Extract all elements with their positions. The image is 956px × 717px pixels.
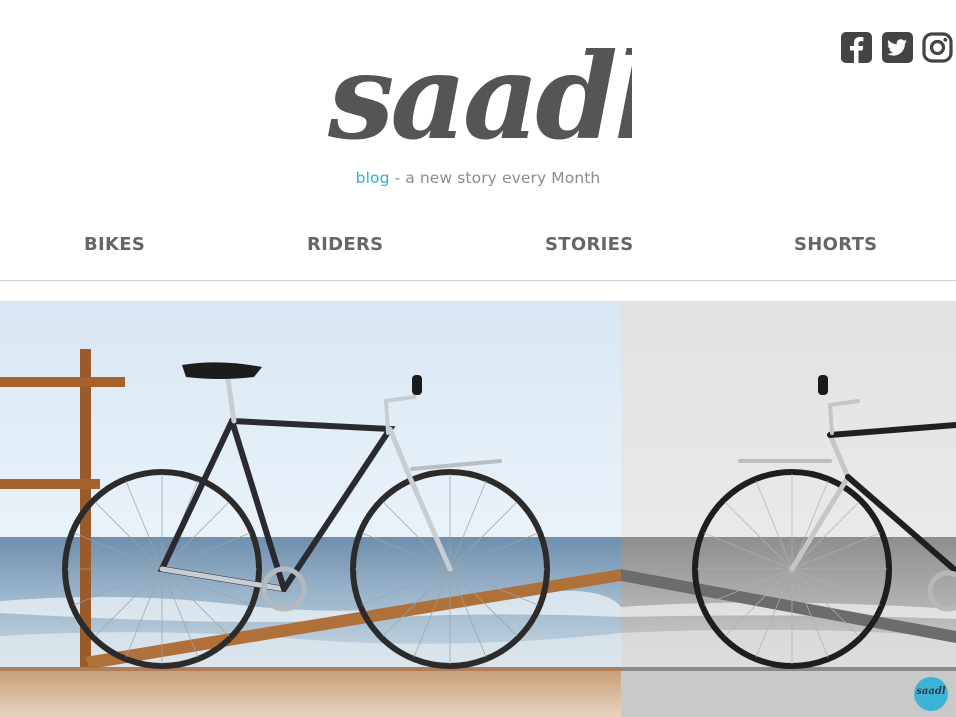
chat-badge-button[interactable]: saadl [914, 677, 948, 711]
nav-item-riders[interactable]: RIDERS [307, 234, 383, 255]
nav-item-shorts[interactable]: SHORTS [794, 234, 877, 255]
logo-text: saadl [327, 27, 632, 154]
nav-divider [0, 280, 956, 281]
nav-item-stories[interactable]: STORIES [545, 234, 633, 255]
twitter-icon[interactable] [881, 31, 914, 64]
tagline-text: - a new story every Month [389, 169, 601, 187]
tagline-blog-link[interactable]: blog [356, 169, 390, 187]
instagram-icon[interactable] [921, 31, 954, 64]
badge-logo-text: saadl [916, 686, 946, 697]
nav-item-bikes[interactable]: BIKES [84, 234, 145, 255]
main-nav: BIKES RIDERS STORIES SHORTS [0, 226, 956, 266]
site-tagline: blog - a new story every Month [0, 169, 956, 187]
site-logo[interactable]: saadl [326, 14, 632, 154]
hero-image[interactable] [0, 301, 956, 717]
facebook-icon[interactable] [840, 31, 873, 64]
